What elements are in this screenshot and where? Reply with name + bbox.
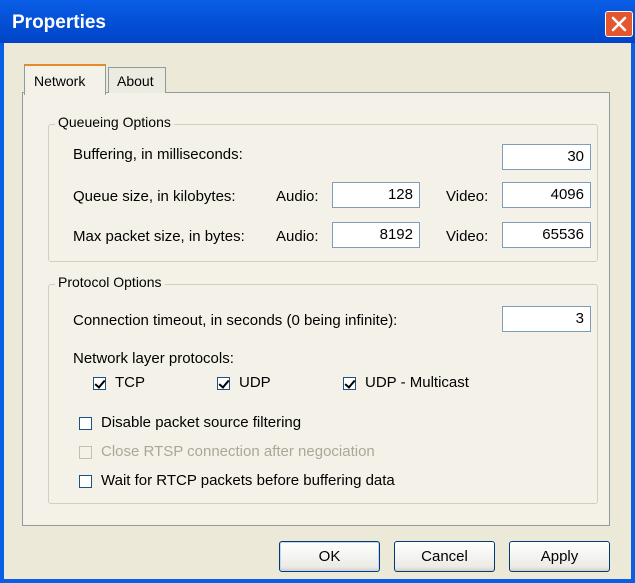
ok-button[interactable]: OK	[279, 541, 380, 572]
close-button[interactable]	[605, 11, 633, 37]
window-frame-left	[0, 43, 4, 583]
tcp-label[interactable]: TCP	[115, 374, 145, 391]
tab-network[interactable]: Network	[24, 64, 106, 95]
queue-audio-input[interactable]: 128	[332, 182, 420, 208]
udp-checkbox[interactable]	[217, 377, 230, 390]
packet-video-input[interactable]: 65536	[502, 222, 591, 248]
apply-button[interactable]: Apply	[509, 541, 610, 572]
buffering-input[interactable]: 30	[502, 144, 591, 170]
close-rtsp-checkbox	[79, 446, 92, 459]
wait-rtcp-label[interactable]: Wait for RTCP packets before buffering d…	[101, 472, 395, 489]
tcp-checkbox[interactable]	[93, 377, 106, 390]
buffering-label: Buffering, in milliseconds:	[73, 146, 243, 163]
timeout-input[interactable]: 3	[502, 306, 591, 332]
title-bar: Properties	[0, 0, 635, 43]
disable-filtering-label[interactable]: Disable packet source filtering	[101, 414, 301, 431]
udp-multicast-label[interactable]: UDP - Multicast	[365, 374, 469, 391]
max-packet-label: Max packet size, in bytes:	[73, 228, 245, 245]
packet-audio-input[interactable]: 8192	[332, 222, 420, 248]
udp-label[interactable]: UDP	[239, 374, 271, 391]
queue-video-input[interactable]: 4096	[502, 182, 591, 208]
disable-filtering-checkbox[interactable]	[79, 417, 92, 430]
close-icon	[611, 16, 627, 32]
cancel-button[interactable]: Cancel	[394, 541, 495, 572]
queueing-options-title: Queueing Options	[55, 114, 174, 130]
window-frame-bottom	[0, 579, 635, 583]
wait-rtcp-checkbox[interactable]	[79, 475, 92, 488]
timeout-label: Connection timeout, in seconds (0 being …	[73, 312, 398, 329]
tab-about[interactable]: About	[108, 67, 166, 93]
queue-size-label: Queue size, in kilobytes:	[73, 188, 236, 205]
udp-multicast-checkbox[interactable]	[343, 377, 356, 390]
close-rtsp-label: Close RTSP connection after negociation	[101, 443, 375, 460]
packet-video-label: Video:	[446, 228, 489, 245]
tab-network-label: Network	[34, 73, 86, 89]
window-title: Properties	[12, 12, 106, 33]
protocol-options-title: Protocol Options	[55, 274, 165, 290]
tab-about-label: About	[117, 73, 154, 89]
packet-audio-label: Audio:	[276, 228, 319, 245]
window-frame-right	[631, 43, 635, 583]
queue-video-label: Video:	[446, 188, 489, 205]
network-protocols-label: Network layer protocols:	[73, 350, 234, 367]
queue-audio-label: Audio:	[276, 188, 319, 205]
